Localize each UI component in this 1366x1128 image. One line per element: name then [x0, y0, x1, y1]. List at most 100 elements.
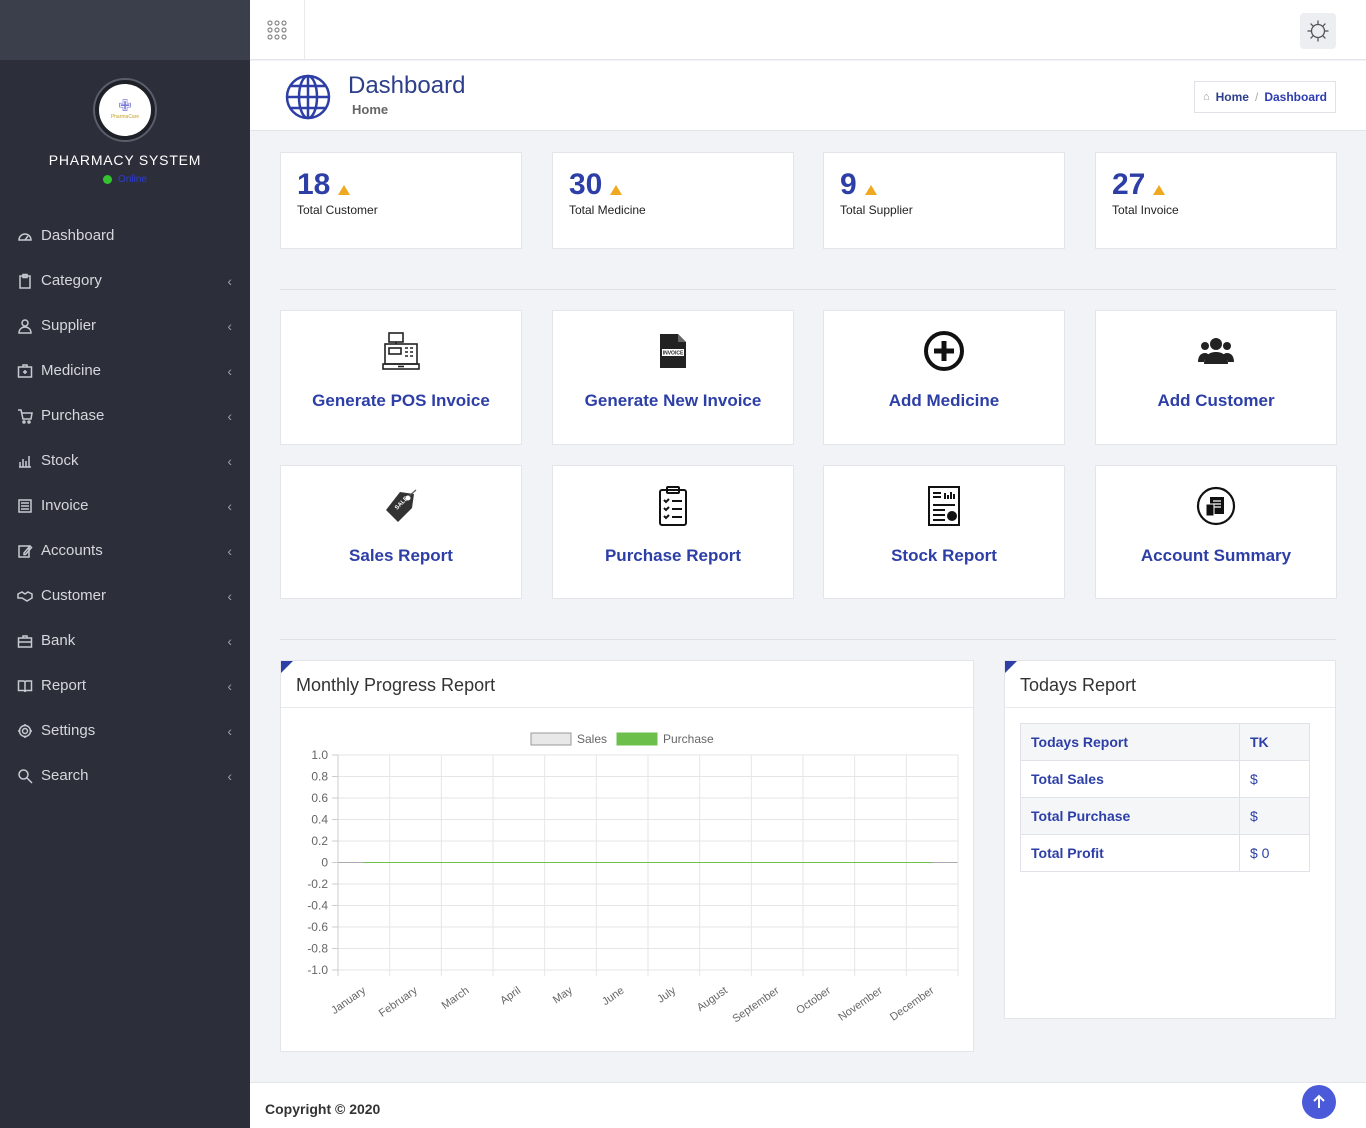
table-row: Total Profit $ 0	[1020, 834, 1310, 872]
sidebar-item-settings[interactable]: Settings ‹	[0, 708, 250, 753]
sidebar-brand: ✙ PharmaCare PHARMACY SYSTEM Online	[0, 60, 250, 185]
scroll-to-top-button[interactable]	[1302, 1085, 1336, 1119]
apps-grid-button[interactable]	[250, 0, 305, 60]
tile-label: Generate New Invoice	[584, 391, 762, 410]
sidebar-item-dashboard[interactable]: Dashboard	[0, 213, 250, 258]
sidebar-item-bank[interactable]: Bank ‹	[0, 618, 250, 663]
generate-new-invoice-button[interactable]: INVOICE Generate New Invoice	[552, 310, 794, 445]
y-tick-label: -0.6	[307, 920, 328, 934]
sidebar-item-label: Settings	[41, 722, 96, 739]
sidebar-item-label: Stock	[41, 452, 79, 469]
sidebar-item-label: Purchase	[41, 407, 105, 424]
x-tick-label: December	[888, 984, 937, 1023]
todays-report-table: Todays Report TK Total Sales $ Total Purch…	[1020, 723, 1310, 872]
monthly-progress-chart: Sales Purchase 1.0 0.8 0.6 0.4 0.2 0 -0.2 -0.4 -0.…	[281, 721, 973, 1051]
sales-report-button[interactable]: SALE Sales Report	[280, 465, 522, 599]
sidebar-item-accounts[interactable]: Accounts ‹	[0, 528, 250, 573]
sidebar-item-invoice[interactable]: Invoice ‹	[0, 483, 250, 528]
cross-icon: ✙	[118, 98, 132, 115]
home-icon: ⌂	[1202, 91, 1210, 103]
breadcrumb: ⌂ Home / Dashboard	[1193, 81, 1336, 113]
x-tick-label: November	[836, 984, 885, 1023]
stock-report-button[interactable]: Stock Report	[823, 465, 1065, 599]
monthly-progress-panel: Monthly Progress Report Sales Purchase 1.0…	[280, 660, 974, 1052]
bar-chart-icon	[15, 453, 35, 469]
plus-circle-icon	[824, 329, 1064, 373]
search-icon	[15, 768, 35, 784]
todays-report-panel: Todays Report Todays Report TK Total Sale…	[1004, 660, 1336, 1019]
tile-label: Account Summary	[1140, 546, 1292, 565]
sidebar-item-purchase[interactable]: Purchase ‹	[0, 393, 250, 438]
legend-label: Purchase	[663, 732, 714, 746]
logo-text: PharmaCare	[110, 114, 140, 120]
up-triangle-icon	[338, 185, 351, 195]
stat-label: Total Invoice	[1112, 203, 1179, 217]
row-value: $	[1239, 760, 1310, 798]
globe-icon	[285, 74, 331, 120]
sidebar: ✙ PharmaCare PHARMACY SYSTEM Online Dash…	[0, 0, 250, 1128]
sidebar-item-label: Category	[41, 272, 102, 289]
chevron-left-icon: ‹	[227, 272, 232, 289]
sidebar-item-label: Invoice	[41, 497, 89, 514]
tile-label: Purchase Report	[604, 546, 742, 565]
panel-divider	[1005, 707, 1335, 708]
settings-button[interactable]	[1300, 13, 1336, 49]
y-tick-label: 0.8	[311, 770, 328, 784]
legend-label: Sales	[577, 732, 607, 746]
gear-icon	[1307, 20, 1329, 42]
sidebar-item-label: Medicine	[41, 362, 102, 379]
dashboard-icon	[15, 228, 35, 244]
add-customer-button[interactable]: Add Customer	[1095, 310, 1337, 445]
account-summary-button[interactable]: Account Summary	[1095, 465, 1337, 599]
handshake-icon	[15, 588, 35, 604]
page-header: Dashboard Home ⌂ Home / Dashboard	[250, 61, 1366, 131]
sidebar-item-report[interactable]: Report ‹	[0, 663, 250, 708]
sidebar-item-category[interactable]: Category ‹	[0, 258, 250, 303]
sidebar-item-customer[interactable]: Customer ‹	[0, 573, 250, 618]
sidebar-item-search[interactable]: Search ‹	[0, 753, 250, 798]
sidebar-item-supplier[interactable]: Supplier ‹	[0, 303, 250, 348]
sidebar-item-label: Search	[41, 767, 89, 784]
purchase-report-button[interactable]: Purchase Report	[552, 465, 794, 599]
account-summary-icon	[1096, 484, 1336, 528]
tile-label: Add Customer	[1157, 391, 1275, 410]
edit-icon	[15, 543, 35, 559]
book-icon	[15, 678, 35, 694]
table-row: Total Sales $	[1020, 760, 1310, 798]
panel-divider	[281, 707, 973, 708]
x-tick-label: January	[329, 984, 368, 1017]
gear-icon	[15, 723, 35, 739]
add-medicine-button[interactable]: Add Medicine	[823, 310, 1065, 445]
chevron-left-icon: ‹	[227, 407, 232, 424]
system-name: PHARMACY SYSTEM	[48, 152, 202, 168]
x-tick-label: March	[440, 985, 472, 1012]
table-row: Total Purchase $	[1020, 797, 1310, 835]
y-tick-label: 0.2	[311, 834, 328, 848]
x-tick-label: August	[695, 985, 730, 1014]
stat-value: 30	[569, 168, 623, 202]
divider	[280, 289, 1336, 290]
breadcrumb-home-link[interactable]: Home	[1216, 90, 1249, 104]
panel-title: Monthly Progress Report	[296, 675, 496, 695]
breadcrumb-separator: /	[1254, 90, 1259, 104]
stat-card-total-medicine: 30 Total Medicine	[552, 152, 794, 249]
stat-number: 27	[1112, 168, 1146, 201]
online-status: Online	[0, 174, 250, 185]
sidebar-item-stock[interactable]: Stock ‹	[0, 438, 250, 483]
briefcase-icon	[15, 633, 35, 649]
y-tick-label: -0.8	[307, 942, 328, 956]
copyright-text: Copyright © 2020	[265, 1101, 381, 1117]
generate-pos-invoice-button[interactable]: Generate POS Invoice	[280, 310, 522, 445]
row-value: $ 0	[1239, 834, 1310, 872]
sidebar-item-label: Report	[41, 677, 87, 694]
status-text: Online	[118, 174, 147, 185]
tile-label: Add Medicine	[888, 391, 1000, 410]
sidebar-item-label: Customer	[41, 587, 107, 604]
sidebar-item-medicine[interactable]: Medicine ‹	[0, 348, 250, 393]
x-tick-label: July	[655, 984, 678, 1005]
chevron-left-icon: ‹	[227, 362, 232, 379]
panel-corner-marker	[1005, 661, 1017, 673]
stat-number: 30	[569, 168, 603, 201]
chevron-left-icon: ‹	[227, 722, 232, 739]
stat-value: 18	[297, 168, 351, 202]
